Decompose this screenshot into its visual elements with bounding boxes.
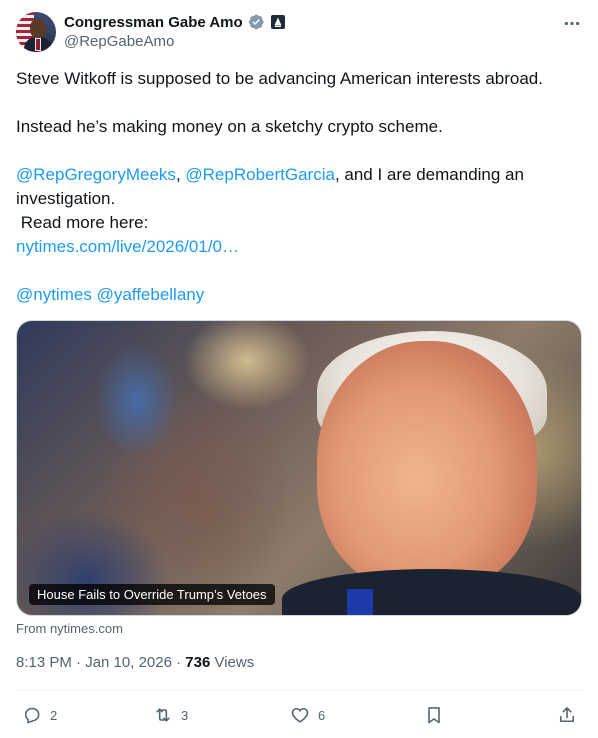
card-caption: House Fails to Override Trump’s Vetoes: [29, 584, 275, 605]
tweet-text: Steve Witkoff is supposed to be advancin…: [16, 67, 582, 307]
mention-link[interactable]: @yaffebellany: [97, 285, 205, 304]
card-image-tie: [347, 589, 373, 615]
author-display-name[interactable]: Congressman Gabe Amo: [64, 14, 243, 31]
link-preview-card[interactable]: House Fails to Override Trump’s Vetoes: [16, 320, 582, 616]
avatar[interactable]: [16, 12, 56, 52]
tweet: Congressman Gabe Amo @RepGabeAmo Steve W…: [0, 0, 598, 738]
repost-icon: [156, 708, 170, 722]
tweet-line-1: Steve Witkoff is supposed to be advancin…: [16, 69, 543, 88]
article-url-link[interactable]: nytimes.com/live/2026/01/0…: [16, 237, 239, 256]
tweet-line-2: Instead he’s making money on a sketchy c…: [16, 117, 443, 136]
card-source[interactable]: From nytimes.com: [16, 621, 123, 636]
share-icon: [559, 707, 575, 723]
tweet-line-mentions: @nytimes @yaffebellany: [16, 283, 582, 307]
government-affiliation-icon[interactable]: [270, 15, 285, 29]
share-button[interactable]: [557, 700, 585, 730]
heart-icon: [291, 707, 309, 723]
avatar-face: [30, 19, 46, 38]
author-name-row: Congressman Gabe Amo: [64, 12, 285, 32]
repost-button[interactable]: 3: [153, 700, 188, 730]
verified-badge-icon[interactable]: [247, 13, 265, 31]
mention-link[interactable]: @nytimes: [16, 285, 92, 304]
like-button[interactable]: 6: [290, 700, 325, 730]
reply-icon: [24, 707, 40, 724]
action-bar: 2 3 6: [0, 700, 598, 730]
bookmark-button[interactable]: [424, 700, 452, 730]
views-count: 736: [185, 654, 211, 671]
card-image-face: [317, 341, 537, 591]
views-label: Views: [210, 654, 255, 671]
tweet-meta: 8:13 PM · Jan 10, 2026 · 736 Views: [16, 654, 254, 671]
avatar-tie: [36, 39, 40, 50]
more-options-icon[interactable]: [562, 14, 582, 32]
timestamp[interactable]: 8:13 PM · Jan 10, 2026 ·: [16, 654, 185, 671]
tweet-line-3: @RepGregoryMeeks, @RepRobertGarcia, and …: [16, 165, 524, 208]
repost-count: 3: [181, 707, 189, 723]
like-count: 6: [318, 707, 326, 723]
bookmark-icon: [428, 707, 440, 724]
divider: [16, 690, 582, 691]
reply-button[interactable]: 2: [22, 700, 57, 730]
mention-link[interactable]: @RepRobertGarcia: [185, 165, 335, 184]
mention-link[interactable]: @RepGregoryMeeks: [16, 165, 176, 184]
author-handle[interactable]: @RepGabeAmo: [64, 33, 174, 50]
reply-count: 2: [50, 707, 58, 723]
read-more-text: Read more here:: [16, 213, 149, 232]
